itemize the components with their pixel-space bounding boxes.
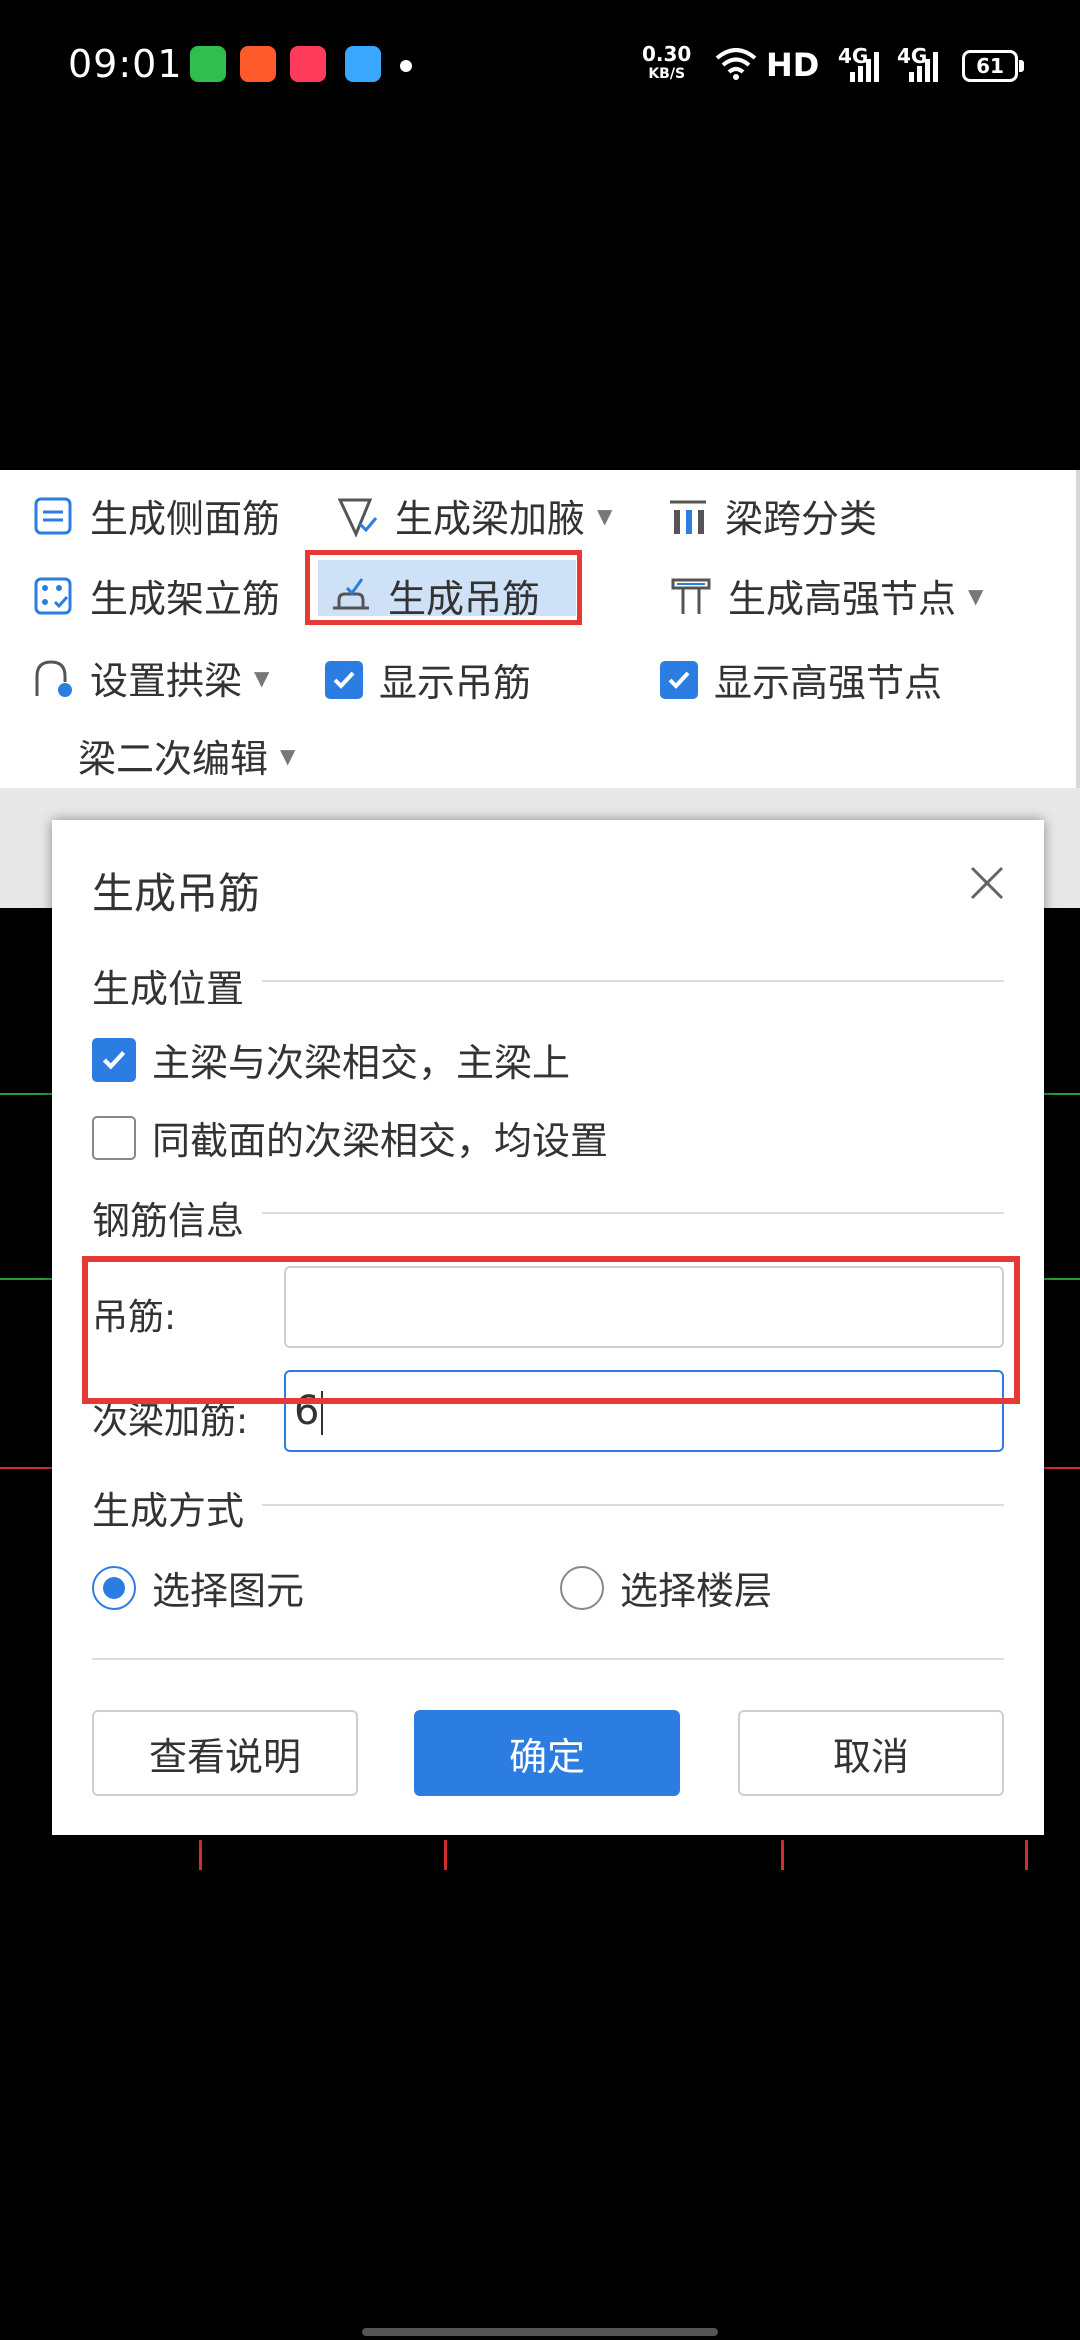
wechat-app-icon: [190, 46, 226, 82]
erection-rebar-icon: [30, 573, 76, 619]
divider: [262, 980, 1004, 982]
arch-beam-icon: [30, 655, 76, 701]
checkbox-checked-icon: [92, 1037, 136, 1082]
generate-high-strength-node-label: 生成高强节点: [728, 577, 957, 621]
dialog-title: 生成吊筋: [92, 869, 261, 918]
cad-axis-tick: [199, 1840, 202, 1870]
generate-hanger-rebar-label: 生成吊筋: [388, 577, 541, 621]
view-help-button[interactable]: 查看说明: [92, 1710, 358, 1796]
show-hanger-checkbox[interactable]: 显示吊筋: [325, 652, 531, 707]
battery-level: 61: [976, 54, 1004, 78]
chevron-down-icon: ▼: [280, 743, 296, 768]
span-classify-icon: [665, 493, 711, 539]
generate-hanger-dialog: 生成吊筋 生成位置 主梁与次梁相交，主梁上 同截面的次梁相交，均设置 钢筋信息 …: [52, 820, 1044, 1835]
net-speed-value: 0.30: [642, 42, 692, 66]
chevron-down-icon: ▼: [597, 503, 613, 528]
generate-side-rebar-button[interactable]: 生成侧面筋: [30, 488, 280, 543]
chevron-down-icon: ▼: [968, 583, 984, 608]
set-arch-beam-label: 设置拱梁: [90, 659, 243, 703]
radio-selected-icon: [92, 1565, 136, 1610]
section-position-title: 生成位置: [92, 967, 245, 1011]
wifi-icon: [715, 48, 757, 80]
close-icon[interactable]: [962, 858, 1012, 908]
ok-button[interactable]: 确定: [414, 1710, 680, 1796]
option-same-section-label: 同截面的次梁相交，均设置: [152, 1119, 609, 1163]
show-hanger-label: 显示吊筋: [379, 661, 532, 705]
status-time: 09:01: [68, 42, 183, 86]
status-bar: 09:01 0.30 KB/S HD 4G 4G 61: [0, 0, 1080, 130]
signal-bars-1-icon: [850, 52, 879, 82]
battery-indicator: 61: [962, 50, 1024, 82]
signal-bars-2-icon: [909, 52, 938, 82]
option-same-section-intersect[interactable]: 同截面的次梁相交，均设置: [92, 1110, 608, 1165]
section-rebar-title: 钢筋信息: [92, 1199, 245, 1243]
hanger-rebar-icon: [328, 573, 374, 619]
divider: [262, 1212, 1004, 1214]
notification-dot-icon: [400, 60, 412, 72]
option-main-beam-intersect[interactable]: 主梁与次梁相交，主梁上: [92, 1032, 570, 1087]
generate-erection-rebar-label: 生成架立筋: [90, 577, 281, 621]
net-speed-unit: KB/S: [648, 66, 686, 82]
radio-select-element[interactable]: 选择图元: [92, 1560, 304, 1615]
cad-axis-tick: [1025, 1840, 1028, 1870]
span-classify-button[interactable]: 梁跨分类: [665, 488, 877, 543]
home-indicator[interactable]: [362, 2328, 718, 2336]
generate-hanger-rebar-button[interactable]: 生成吊筋: [328, 568, 540, 623]
option-main-beam-label: 主梁与次梁相交，主梁上: [152, 1041, 571, 1085]
side-rebar-icon: [30, 493, 76, 539]
cad-axis-tick: [781, 1840, 784, 1870]
generate-high-strength-node-button[interactable]: 生成高强节点 ▼: [668, 568, 983, 623]
beam-haunch-icon: [335, 493, 381, 539]
generate-erection-rebar-button[interactable]: 生成架立筋: [30, 568, 280, 623]
generate-beam-haunch-label: 生成梁加腋: [395, 497, 586, 541]
checkbox-checked-icon: [325, 660, 363, 699]
network-speed: 0.30 KB/S: [642, 44, 691, 84]
chevron-down-icon: ▼: [254, 665, 270, 690]
radio-select-floor-label: 选择楼层: [620, 1569, 773, 1613]
ribbon-edge: [1076, 470, 1080, 788]
beam-secondary-edit-group[interactable]: 梁二次编辑 ▼: [78, 728, 295, 783]
radio-select-floor[interactable]: 选择楼层: [560, 1560, 772, 1615]
checkbox-checked-icon: [660, 660, 698, 699]
section-method-title: 生成方式: [92, 1489, 245, 1533]
cad-axis-tick: [444, 1840, 447, 1870]
taobao-app-icon: [240, 46, 276, 82]
beam-secondary-edit-label: 梁二次编辑: [78, 737, 269, 781]
span-classify-label: 梁跨分类: [725, 497, 878, 541]
hd-indicator: HD: [766, 46, 820, 84]
show-high-strength-node-checkbox[interactable]: 显示高强节点: [660, 652, 942, 707]
rebar-info-annotation-box: [82, 1256, 1020, 1404]
show-high-strength-node-label: 显示高强节点: [714, 661, 943, 705]
divider: [92, 1658, 1004, 1660]
telegram-app-icon: [345, 46, 381, 82]
cancel-button[interactable]: 取消: [738, 1710, 1004, 1796]
radio-unselected-icon: [560, 1565, 604, 1610]
generate-beam-haunch-button[interactable]: 生成梁加腋 ▼: [335, 488, 612, 543]
divider: [262, 1504, 1004, 1506]
radio-select-element-label: 选择图元: [152, 1569, 305, 1613]
high-strength-node-icon: [668, 573, 714, 619]
checkbox-unchecked-icon: [92, 1115, 136, 1160]
generate-side-rebar-label: 生成侧面筋: [90, 497, 281, 541]
pinduoduo-app-icon: [290, 46, 326, 82]
set-arch-beam-button[interactable]: 设置拱梁 ▼: [30, 650, 269, 705]
